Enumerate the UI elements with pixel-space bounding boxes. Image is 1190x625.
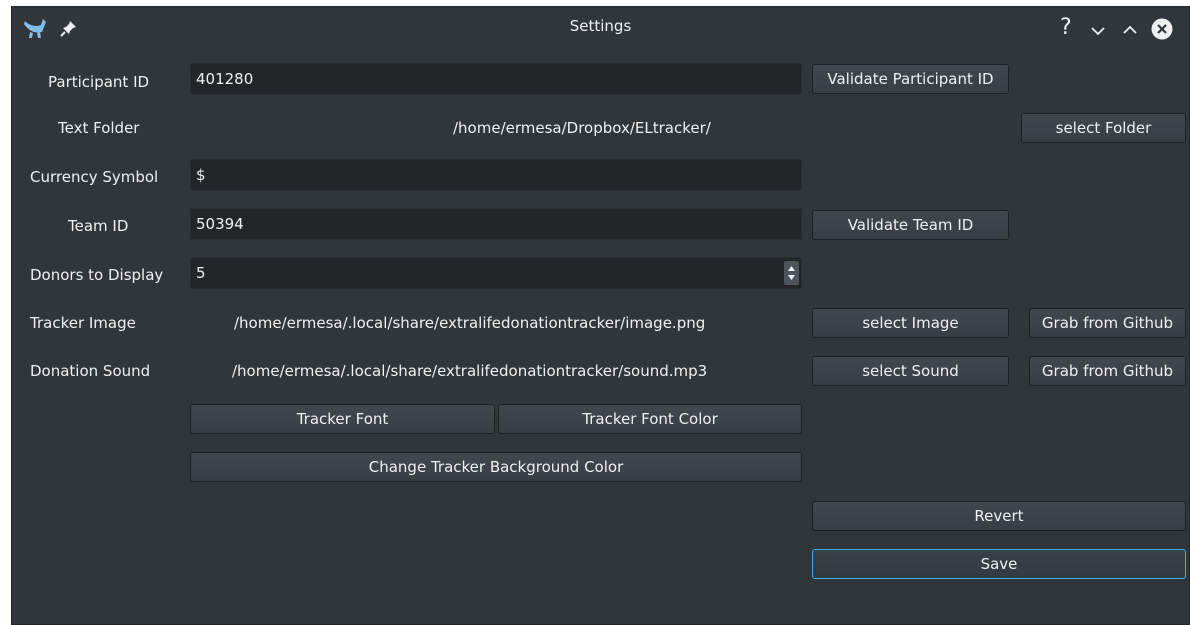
validate-team-id-button[interactable]: Validate Team ID bbox=[812, 210, 1009, 240]
tracker-image-label: Tracker Image bbox=[30, 314, 136, 332]
grab-image-from-github-button[interactable]: Grab from Github bbox=[1029, 308, 1186, 338]
select-sound-button[interactable]: select Sound bbox=[812, 356, 1009, 386]
tracker-font-color-button[interactable]: Tracker Font Color bbox=[498, 404, 802, 434]
currency-symbol-label: Currency Symbol bbox=[30, 168, 159, 186]
donation-sound-path: /home/ermesa/.local/share/extralifedonat… bbox=[232, 362, 708, 380]
minimize-icon[interactable] bbox=[1090, 23, 1106, 41]
change-tracker-background-color-button[interactable]: Change Tracker Background Color bbox=[190, 452, 802, 482]
tracker-image-path: /home/ermesa/.local/share/extralifedonat… bbox=[234, 314, 706, 332]
team-id-label: Team ID bbox=[68, 217, 129, 235]
select-image-button[interactable]: select Image bbox=[812, 308, 1009, 338]
text-folder-label: Text Folder bbox=[58, 119, 140, 137]
save-button[interactable]: Save bbox=[812, 549, 1186, 579]
participant-id-input[interactable]: 401280 bbox=[190, 63, 802, 95]
donation-sound-label: Donation Sound bbox=[30, 362, 151, 380]
currency-symbol-input[interactable]: $ bbox=[190, 159, 802, 191]
tracker-font-button[interactable]: Tracker Font bbox=[190, 404, 495, 434]
window-title: Settings bbox=[569, 17, 632, 35]
validate-participant-id-button[interactable]: Validate Participant ID bbox=[812, 64, 1009, 94]
grab-sound-from-github-button[interactable]: Grab from Github bbox=[1029, 356, 1186, 386]
team-id-input[interactable]: 50394 bbox=[190, 208, 802, 240]
participant-id-label: Participant ID bbox=[48, 73, 150, 91]
donors-to-display-spinbox[interactable]: 5 bbox=[190, 257, 802, 289]
donors-value: 5 bbox=[196, 264, 206, 282]
help-icon[interactable]: ? bbox=[1060, 15, 1072, 40]
text-folder-path: /home/ermesa/Dropbox/ELtracker/ bbox=[453, 119, 711, 137]
donors-to-display-label: Donors to Display bbox=[30, 266, 164, 284]
close-icon[interactable] bbox=[1151, 18, 1173, 44]
revert-button[interactable]: Revert bbox=[812, 501, 1186, 531]
maximize-icon[interactable] bbox=[1122, 22, 1138, 40]
title-bar[interactable]: Settings ? bbox=[12, 7, 1189, 51]
select-folder-button[interactable]: select Folder bbox=[1021, 113, 1186, 143]
settings-window: Settings ? Participant ID 401280 Validat… bbox=[11, 6, 1190, 625]
spin-arrows-icon[interactable] bbox=[784, 261, 799, 285]
